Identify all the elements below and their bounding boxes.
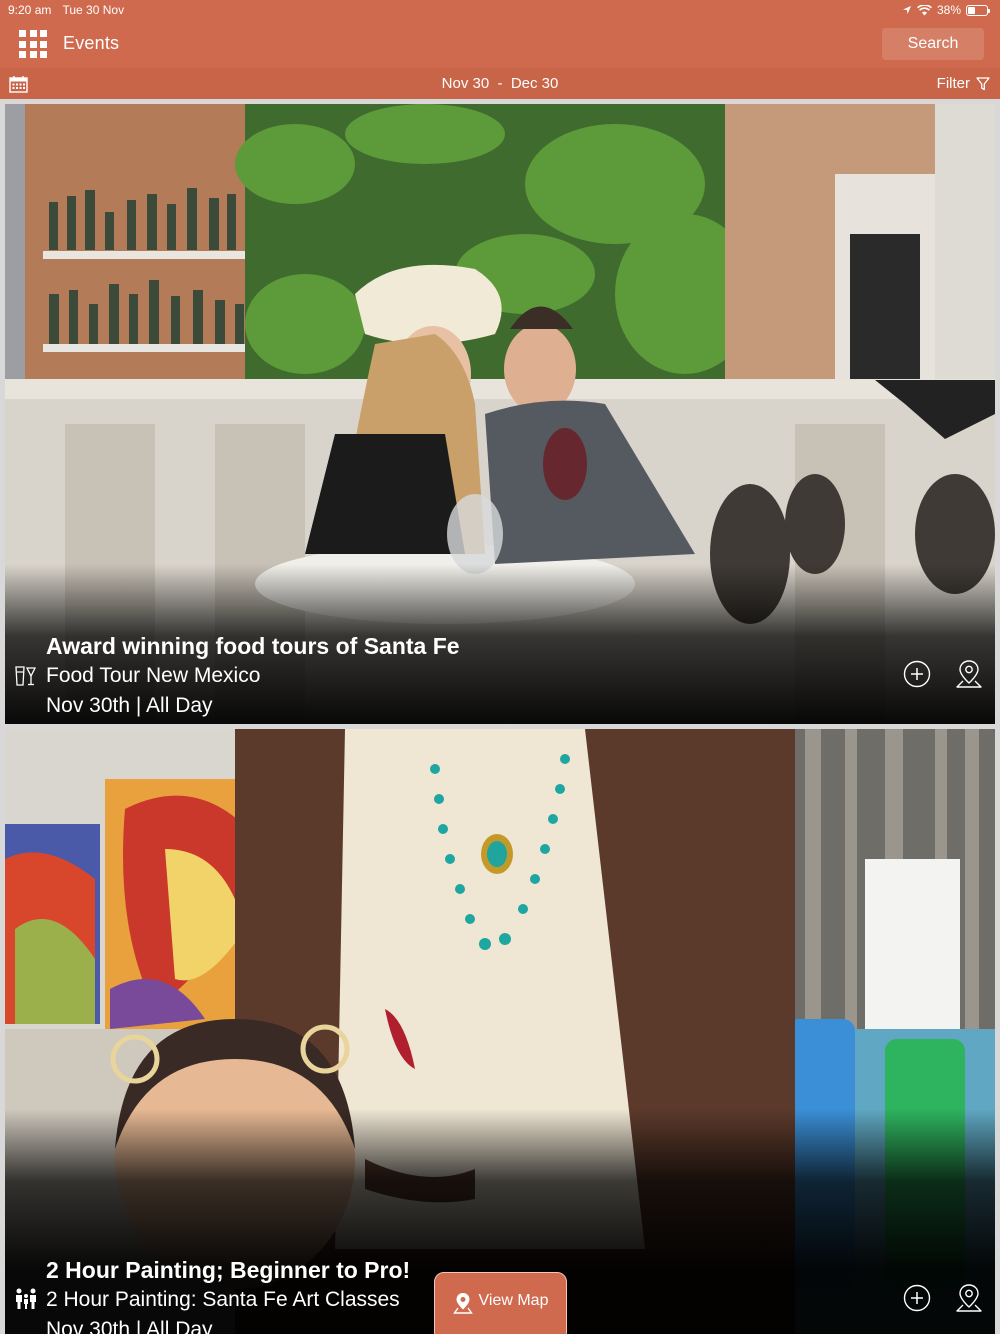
- events-app: 9:20 am Tue 30 Nov 38% Events Search Nov…: [0, 0, 1000, 1334]
- event-card[interactable]: Award winning food tours of Santa Fe Foo…: [5, 104, 995, 724]
- location-arrow-icon: [902, 6, 911, 14]
- app-grid-menu-icon[interactable]: [19, 30, 47, 58]
- event-venue: Food Tour New Mexico: [46, 664, 261, 687]
- event-card[interactable]: 2 Hour Painting; Beginner to Pro! 2 Hour…: [5, 729, 995, 1334]
- card-gradient: [5, 1109, 995, 1269]
- event-info: 2 Hour Painting; Beginner to Pro! 2 Hour…: [46, 1255, 410, 1334]
- funnel-icon: [976, 76, 990, 90]
- event-title[interactable]: Award winning food tours of Santa Fe: [46, 631, 460, 661]
- status-time: 9:20 am: [8, 3, 52, 17]
- event-date: Nov 30th | All Day: [46, 1318, 213, 1334]
- battery-icon: [966, 4, 990, 16]
- battery-fill: [968, 6, 975, 14]
- food-drink-icon: [15, 666, 37, 686]
- event-info: Award winning food tours of Santa Fe Foo…: [46, 631, 460, 721]
- family-icon: [16, 1288, 36, 1309]
- map-pin-icon[interactable]: [955, 659, 983, 689]
- filter-button[interactable]: Filter: [937, 75, 990, 92]
- date-range-label[interactable]: Nov 30 - Dec 30: [0, 75, 1000, 92]
- add-circle-icon[interactable]: [903, 660, 931, 688]
- event-venue: 2 Hour Painting: Santa Fe Art Classes: [46, 1288, 400, 1311]
- add-circle-icon[interactable]: [903, 1284, 931, 1312]
- search-button[interactable]: Search: [882, 28, 984, 60]
- status-date: Tue 30 Nov: [62, 3, 125, 17]
- date-filter-bar: Nov 30 - Dec 30 Filter: [0, 68, 1000, 99]
- status-bar: 9:20 am Tue 30 Nov 38%: [0, 0, 1000, 20]
- filter-label: Filter: [936, 75, 970, 92]
- page-title: Events: [63, 33, 120, 53]
- nav-bar: Events Search: [0, 20, 1000, 68]
- map-pin-icon: [452, 1293, 473, 1314]
- view-map-label: View Map: [478, 1292, 549, 1309]
- wifi-icon: [917, 4, 932, 15]
- view-map-button[interactable]: View Map: [434, 1272, 567, 1334]
- map-pin-icon[interactable]: [955, 1283, 983, 1313]
- event-title[interactable]: 2 Hour Painting; Beginner to Pro!: [46, 1255, 410, 1285]
- event-date: Nov 30th | All Day: [46, 694, 213, 717]
- battery-percent: 38%: [936, 3, 961, 17]
